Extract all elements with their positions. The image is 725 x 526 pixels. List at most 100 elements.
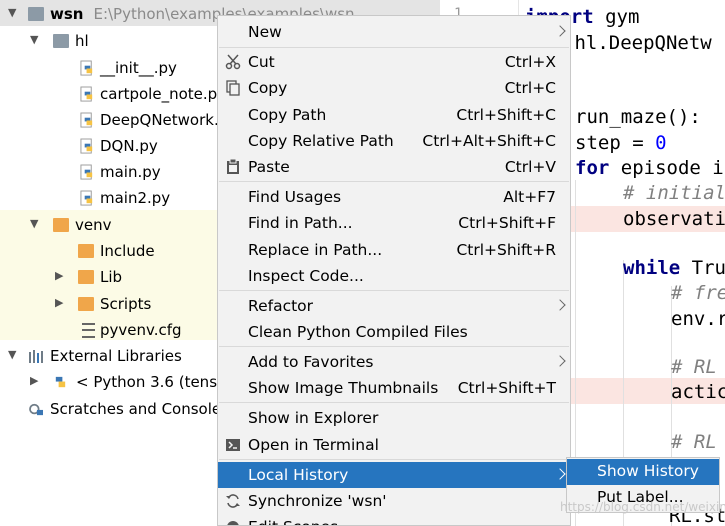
menu-separator [219,47,569,48]
menu-item-label: Refactor [248,297,314,315]
menu-separator [219,402,569,403]
code-line: for episode i [575,157,724,183]
menu-shortcut: Ctrl+Shift+T [457,379,556,397]
code-line: # RL [671,431,717,457]
python-file-icon [80,112,93,128]
folder-icon [53,218,69,232]
code-text: Tru [680,257,725,279]
tree-item-label: main.py [100,163,161,181]
menu-shortcut: Ctrl+Alt+Shift+C [422,132,556,150]
sync-icon [226,494,240,508]
menu-shortcut: Ctrl+V [504,158,556,176]
menu-shortcut: Ctrl+Shift+F [458,214,556,232]
menu-item-label: Inspect Code... [248,267,364,285]
code-text: actic [671,381,725,403]
python-file-icon [80,60,93,76]
python-icon [55,376,66,388]
code-line: env.r [671,308,725,334]
tree-item-label: Scripts [100,295,152,313]
menu-item-label: Copy Relative Path [248,132,394,150]
menu-item-paste[interactable]: Paste Ctrl+V [218,154,570,180]
tree-item-label: venv [75,216,112,234]
menu-separator [219,459,569,460]
chevron-down-icon[interactable]: ▼ [8,6,22,22]
code-text: episode i [609,157,724,179]
menu-item-local-history[interactable]: Local History [218,462,570,488]
menu-item-label: Find in Path... [248,214,353,232]
chevron-right-icon [554,355,566,367]
scratches-icon [29,403,43,416]
tree-item-label: Include [100,242,155,260]
tree-item-label: main2.py [100,189,171,207]
watermark: https://blog.csdn.net/weixin [560,500,725,514]
menu-item-label: Copy [248,79,288,97]
code-line: step = 0 [575,132,667,158]
menu-item-find-usages[interactable]: Find Usages Alt+F7 [218,184,570,210]
config-file-icon [82,323,95,338]
tree-root-name: wsn [50,5,84,23]
chevron-down-icon[interactable]: ▼ [30,217,44,233]
menu-item-clean-python-compiled[interactable]: Clean Python Compiled Files [218,319,570,345]
menu-shortcut: Ctrl+C [504,79,556,97]
menu-item-label: Show Image Thumbnails [248,379,439,397]
menu-item-label: Synchronize 'wsn' [248,492,387,510]
menu-item-refactor[interactable]: Refactor [218,293,570,319]
clipboard-icon [227,159,239,174]
menu-item-edit-scopes[interactable]: Edit Scopes... [218,514,570,525]
code-text: hl.DeepQNetw [563,32,712,54]
chevron-right-icon[interactable]: ▶ [55,269,69,285]
code-comment: # RL [671,431,717,453]
tree-item-label: __init__.py [100,59,177,77]
menu-item-new[interactable]: New [218,19,570,45]
menu-shortcut: Ctrl+Shift+C [456,106,556,124]
folder-icon [78,297,94,311]
tree-item-label: DQN.py [100,137,158,155]
menu-item-show-in-explorer[interactable]: Show in Explorer [218,405,570,431]
menu-item-inspect-code[interactable]: Inspect Code... [218,263,570,289]
menu-separator [219,290,569,291]
folder-icon [78,270,94,284]
menu-item-cut[interactable]: Cut Ctrl+X [218,49,570,75]
code-line: actic [671,381,725,407]
submenu-item-show-history[interactable]: Show History [567,459,719,485]
code-text: gym [593,6,640,28]
menu-shortcut: Alt+F7 [503,188,556,206]
library-icon [29,350,43,363]
chevron-right-icon [554,299,566,311]
code-line: observati [623,208,725,234]
menu-item-show-image-thumbnails[interactable]: Show Image Thumbnails Ctrl+Shift+T [218,375,570,401]
tree-item-label: External Libraries [50,347,182,365]
menu-item-synchronize[interactable]: Synchronize 'wsn' [218,488,570,514]
tree-item-label: pyvenv.cfg [100,321,182,339]
menu-separator [219,181,569,182]
menu-shortcut: Ctrl+X [504,53,556,71]
code-comment: # initial [623,182,725,204]
menu-item-replace-in-path[interactable]: Replace in Path... Ctrl+Shift+R [218,237,570,263]
code-line: # fre [671,282,725,308]
menu-item-label: Paste [248,158,290,176]
menu-item-open-in-terminal[interactable]: Open in Terminal [218,432,570,458]
code-comment: # fre [671,282,725,304]
chevron-down-icon[interactable]: ▼ [30,33,44,49]
code-keyword: for [575,157,610,179]
code-line: run_maze(): [575,106,701,132]
tree-item-label: < Python 3.6 (tenso [76,373,227,391]
menu-item-label: Clean Python Compiled Files [248,323,468,341]
menu-item-label: Add to Favorites [248,353,374,371]
chevron-right-icon[interactable]: ▶ [30,374,44,390]
folder-icon [53,34,69,48]
menu-item-label: Replace in Path... [248,241,383,259]
python-file-icon [80,190,93,206]
menu-item-copy[interactable]: Copy Ctrl+C [218,75,570,101]
copy-icon [226,80,240,96]
chevron-right-icon[interactable]: ▶ [55,296,69,312]
menu-item-find-in-path[interactable]: Find in Path... Ctrl+Shift+F [218,210,570,236]
menu-item-copy-relative-path[interactable]: Copy Relative Path Ctrl+Alt+Shift+C [218,128,570,154]
menu-item-add-to-favorites[interactable]: Add to Favorites [218,349,570,375]
menu-item-copy-path[interactable]: Copy Path Ctrl+Shift+C [218,102,570,128]
tree-item-label: Scratches and Consoles [50,400,229,418]
tree-item-label: cartpole_note.p [100,85,218,103]
chevron-down-icon[interactable]: ▼ [8,348,22,364]
python-file-icon [80,86,93,102]
code-keyword: while [623,257,681,279]
